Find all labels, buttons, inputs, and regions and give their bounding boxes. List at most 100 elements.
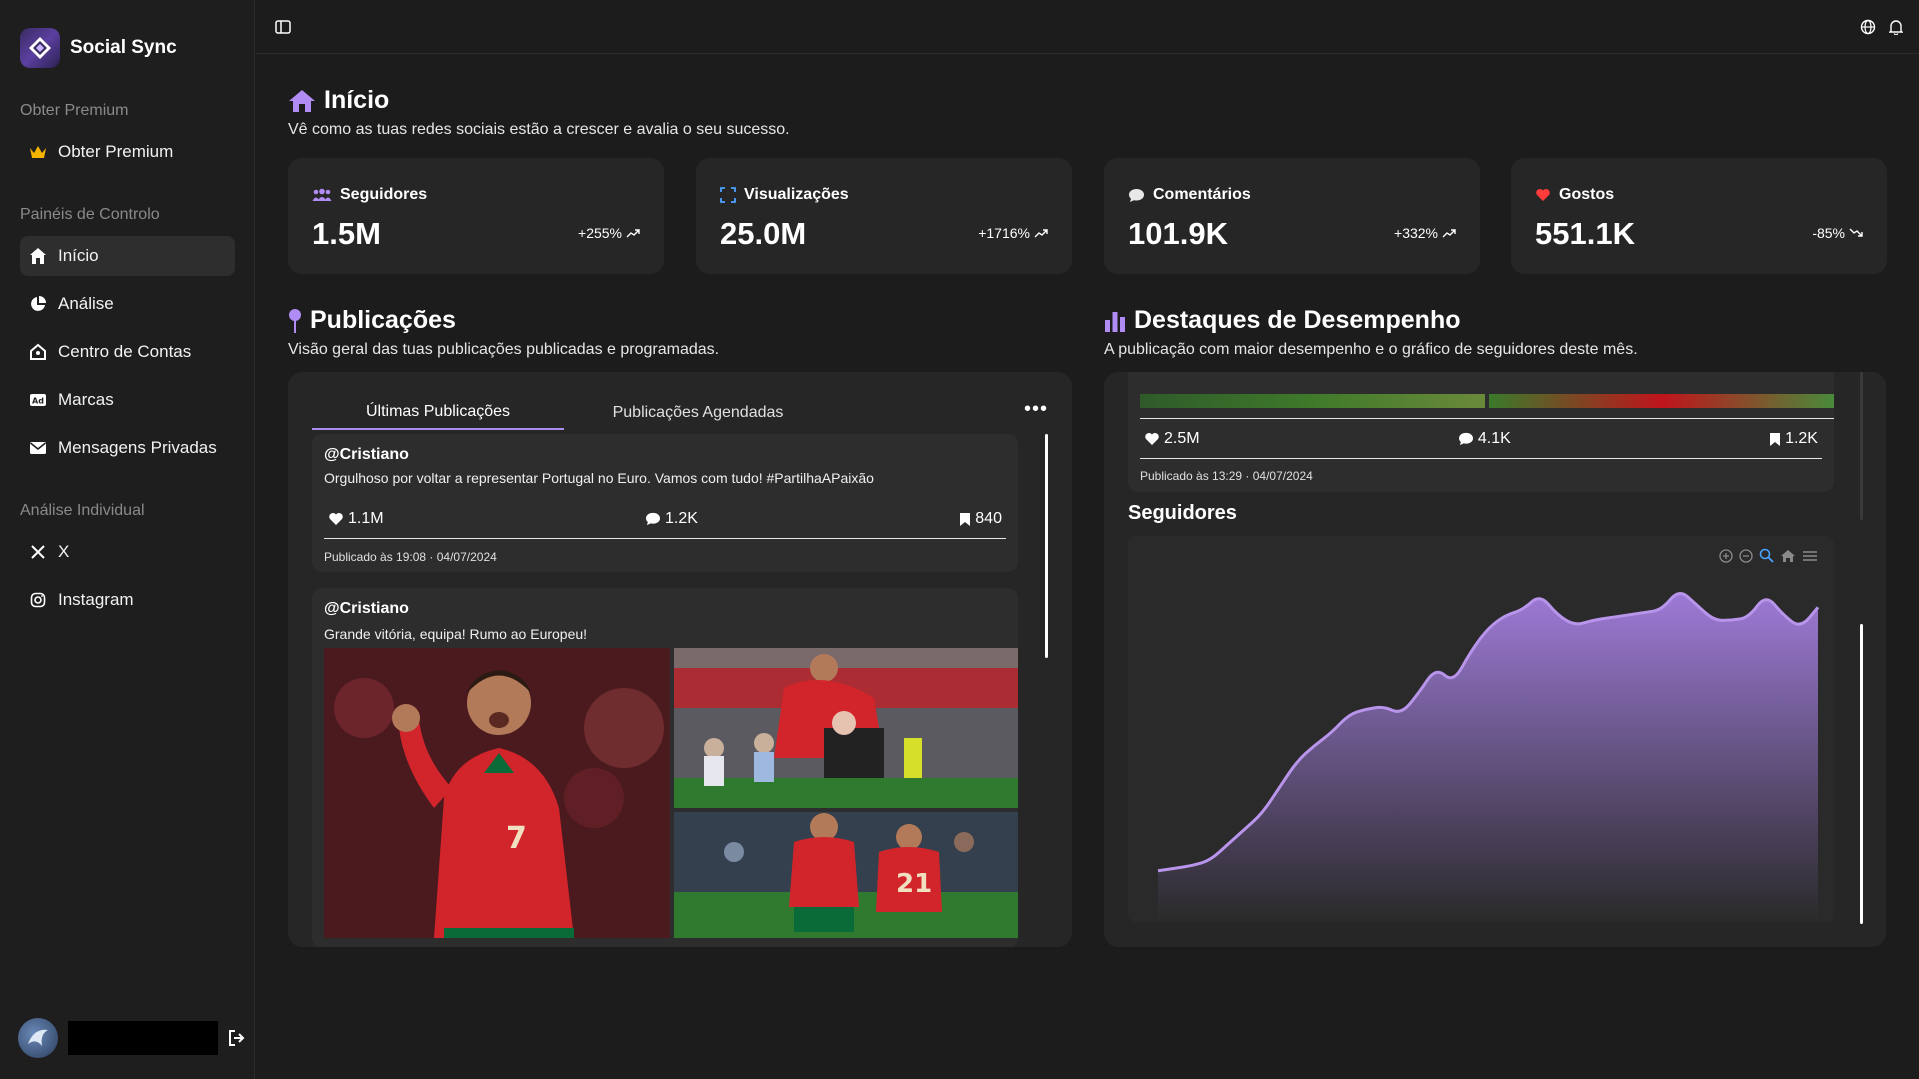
comments-stat: 4.1K (1458, 430, 1511, 448)
more-options-icon[interactable]: ••• (1024, 398, 1048, 421)
heart-icon (1145, 433, 1159, 445)
heart-icon (1535, 188, 1551, 202)
sidebar-item-messages[interactable]: Mensagens Privadas (20, 428, 235, 468)
post-text: Orgulhoso por voltar a representar Portu… (324, 470, 874, 486)
sidebar-item-label: Marcas (58, 390, 114, 409)
stat-value: 1.5M (312, 216, 381, 251)
svg-text:Ad: Ad (32, 397, 44, 406)
heart-icon (329, 513, 343, 525)
highlights-scroll-track (1860, 372, 1863, 520)
sidebar: Social Sync Obter Premium Obter Premium … (0, 0, 255, 1079)
bookmark-icon (1770, 432, 1781, 446)
sidebar-item-label: Análise (58, 294, 114, 313)
stat-value: 551.1K (1535, 216, 1635, 251)
pin-icon (288, 308, 302, 334)
trend-down-icon (1849, 228, 1863, 237)
posts-subtitle: Visão geral das tuas publicações publica… (288, 341, 720, 358)
stat-label: Gostos (1559, 186, 1615, 203)
section-title-premium: Obter Premium (20, 102, 129, 119)
top-post-published-time: Publicado às 13:29 · 04/07/2024 (1140, 469, 1313, 483)
post-image-main[interactable]: 7 (324, 648, 670, 938)
divider (324, 538, 1006, 539)
app-name: Social Sync (70, 37, 177, 58)
post-image-3[interactable]: 21 (674, 812, 1018, 938)
pie-chart-icon (28, 294, 48, 314)
divider (1140, 458, 1822, 459)
stat-change: -85% (1812, 225, 1863, 241)
expand-icon (720, 187, 736, 203)
sidebar-item-analytics[interactable]: Análise (20, 284, 235, 324)
page-subtitle: Vê como as tuas redes sociais estão a cr… (288, 121, 790, 138)
house-user-icon (28, 342, 48, 362)
posts-scrollbar[interactable] (1045, 434, 1048, 658)
highlights-scrollbar[interactable] (1860, 624, 1863, 924)
sidebar-item-premium[interactable]: Obter Premium (20, 132, 235, 172)
globe-icon[interactable] (1857, 16, 1879, 38)
sidebar-toggle-icon[interactable] (272, 16, 294, 38)
post-stats: 1.1M 1.2K 840 (324, 510, 1006, 528)
home-icon (288, 89, 316, 113)
comment-icon (645, 512, 660, 526)
sidebar-item-label: X (58, 542, 70, 561)
crown-icon (28, 142, 48, 162)
sidebar-item-label: Obter Premium (58, 142, 174, 161)
followers-chart-title: Seguidores (1128, 502, 1237, 524)
stat-value: 101.9K (1128, 216, 1228, 251)
svg-text:7: 7 (506, 821, 527, 856)
sidebar-item-instagram[interactable]: Instagram (20, 580, 235, 620)
redacted-username (68, 1021, 218, 1055)
post-handle: @Cristiano (324, 600, 409, 617)
trend-up-icon (1442, 229, 1456, 238)
sidebar-item-x[interactable]: X (20, 532, 235, 572)
top-post-card[interactable]: 2.5M 4.1K 1.2K Publicado às 13:29 · 04/0… (1128, 372, 1834, 492)
likes-stat: 2.5M (1144, 430, 1200, 448)
svg-text:21: 21 (896, 869, 932, 899)
top-post-image-2[interactable] (1489, 394, 1834, 408)
user-profile (18, 1018, 246, 1058)
followers-chart (1128, 536, 1834, 922)
stat-label: Visualizações (744, 186, 849, 203)
stat-label: Comentários (1153, 186, 1251, 203)
sidebar-item-brands[interactable]: Ad Marcas (20, 380, 235, 420)
posts-tabs: Últimas Publicações Publicações Agendada… (312, 396, 832, 430)
stat-label: Seguidores (340, 186, 428, 203)
post-image-2[interactable] (674, 648, 1018, 808)
stat-change: +255% (578, 225, 640, 241)
bar-chart-icon (1104, 310, 1126, 332)
trend-up-icon (626, 229, 640, 238)
tab-latest-posts[interactable]: Últimas Publicações (312, 396, 564, 430)
stat-card-views: Visualizações 25.0M +1716% (696, 158, 1072, 274)
post-card[interactable]: @Cristiano Orgulhoso por voltar a repres… (312, 434, 1018, 572)
post-card[interactable]: @Cristiano Grande vitória, equipa! Rumo … (312, 588, 1018, 947)
bookmark-icon (960, 512, 971, 526)
bell-icon[interactable] (1885, 16, 1907, 38)
sidebar-item-label: Início (58, 246, 99, 265)
sidebar-item-accounts-center[interactable]: Centro de Contas (20, 332, 235, 372)
top-post-image-1[interactable] (1140, 394, 1485, 408)
sidebar-item-home[interactable]: Início (20, 236, 235, 276)
comments-stat: 1.2K (645, 510, 698, 528)
brand[interactable]: Social Sync (20, 28, 177, 68)
stat-value: 25.0M (720, 216, 807, 251)
likes-stat: 1.1M (328, 510, 384, 528)
logout-icon[interactable] (228, 1030, 246, 1046)
envelope-icon (28, 438, 48, 458)
stat-card-likes: Gostos 551.1K -85% (1511, 158, 1887, 274)
posts-title: Publicações (288, 306, 456, 335)
post-published-time: Publicado às 19:08 · 04/07/2024 (324, 550, 497, 564)
trend-up-icon (1034, 229, 1048, 238)
x-logo-icon (28, 542, 48, 562)
post-text: Grande vitória, equipa! Rumo ao Europeu! (324, 626, 588, 642)
tab-scheduled-posts[interactable]: Publicações Agendadas (564, 396, 832, 430)
avatar[interactable] (18, 1018, 58, 1058)
users-icon (312, 188, 332, 202)
stat-change: +332% (1394, 225, 1456, 241)
highlights-panel: 2.5M 4.1K 1.2K Publicado às 13:29 · 04/0… (1104, 372, 1886, 947)
highlights-subtitle: A publicação com maior desempenho e o gr… (1104, 341, 1638, 358)
page-title: Início (288, 86, 389, 115)
sidebar-item-label: Centro de Contas (58, 342, 192, 361)
app-logo-icon (20, 28, 60, 68)
comment-icon (1458, 432, 1473, 446)
divider-top (1140, 418, 1834, 419)
ad-icon: Ad (28, 390, 48, 410)
